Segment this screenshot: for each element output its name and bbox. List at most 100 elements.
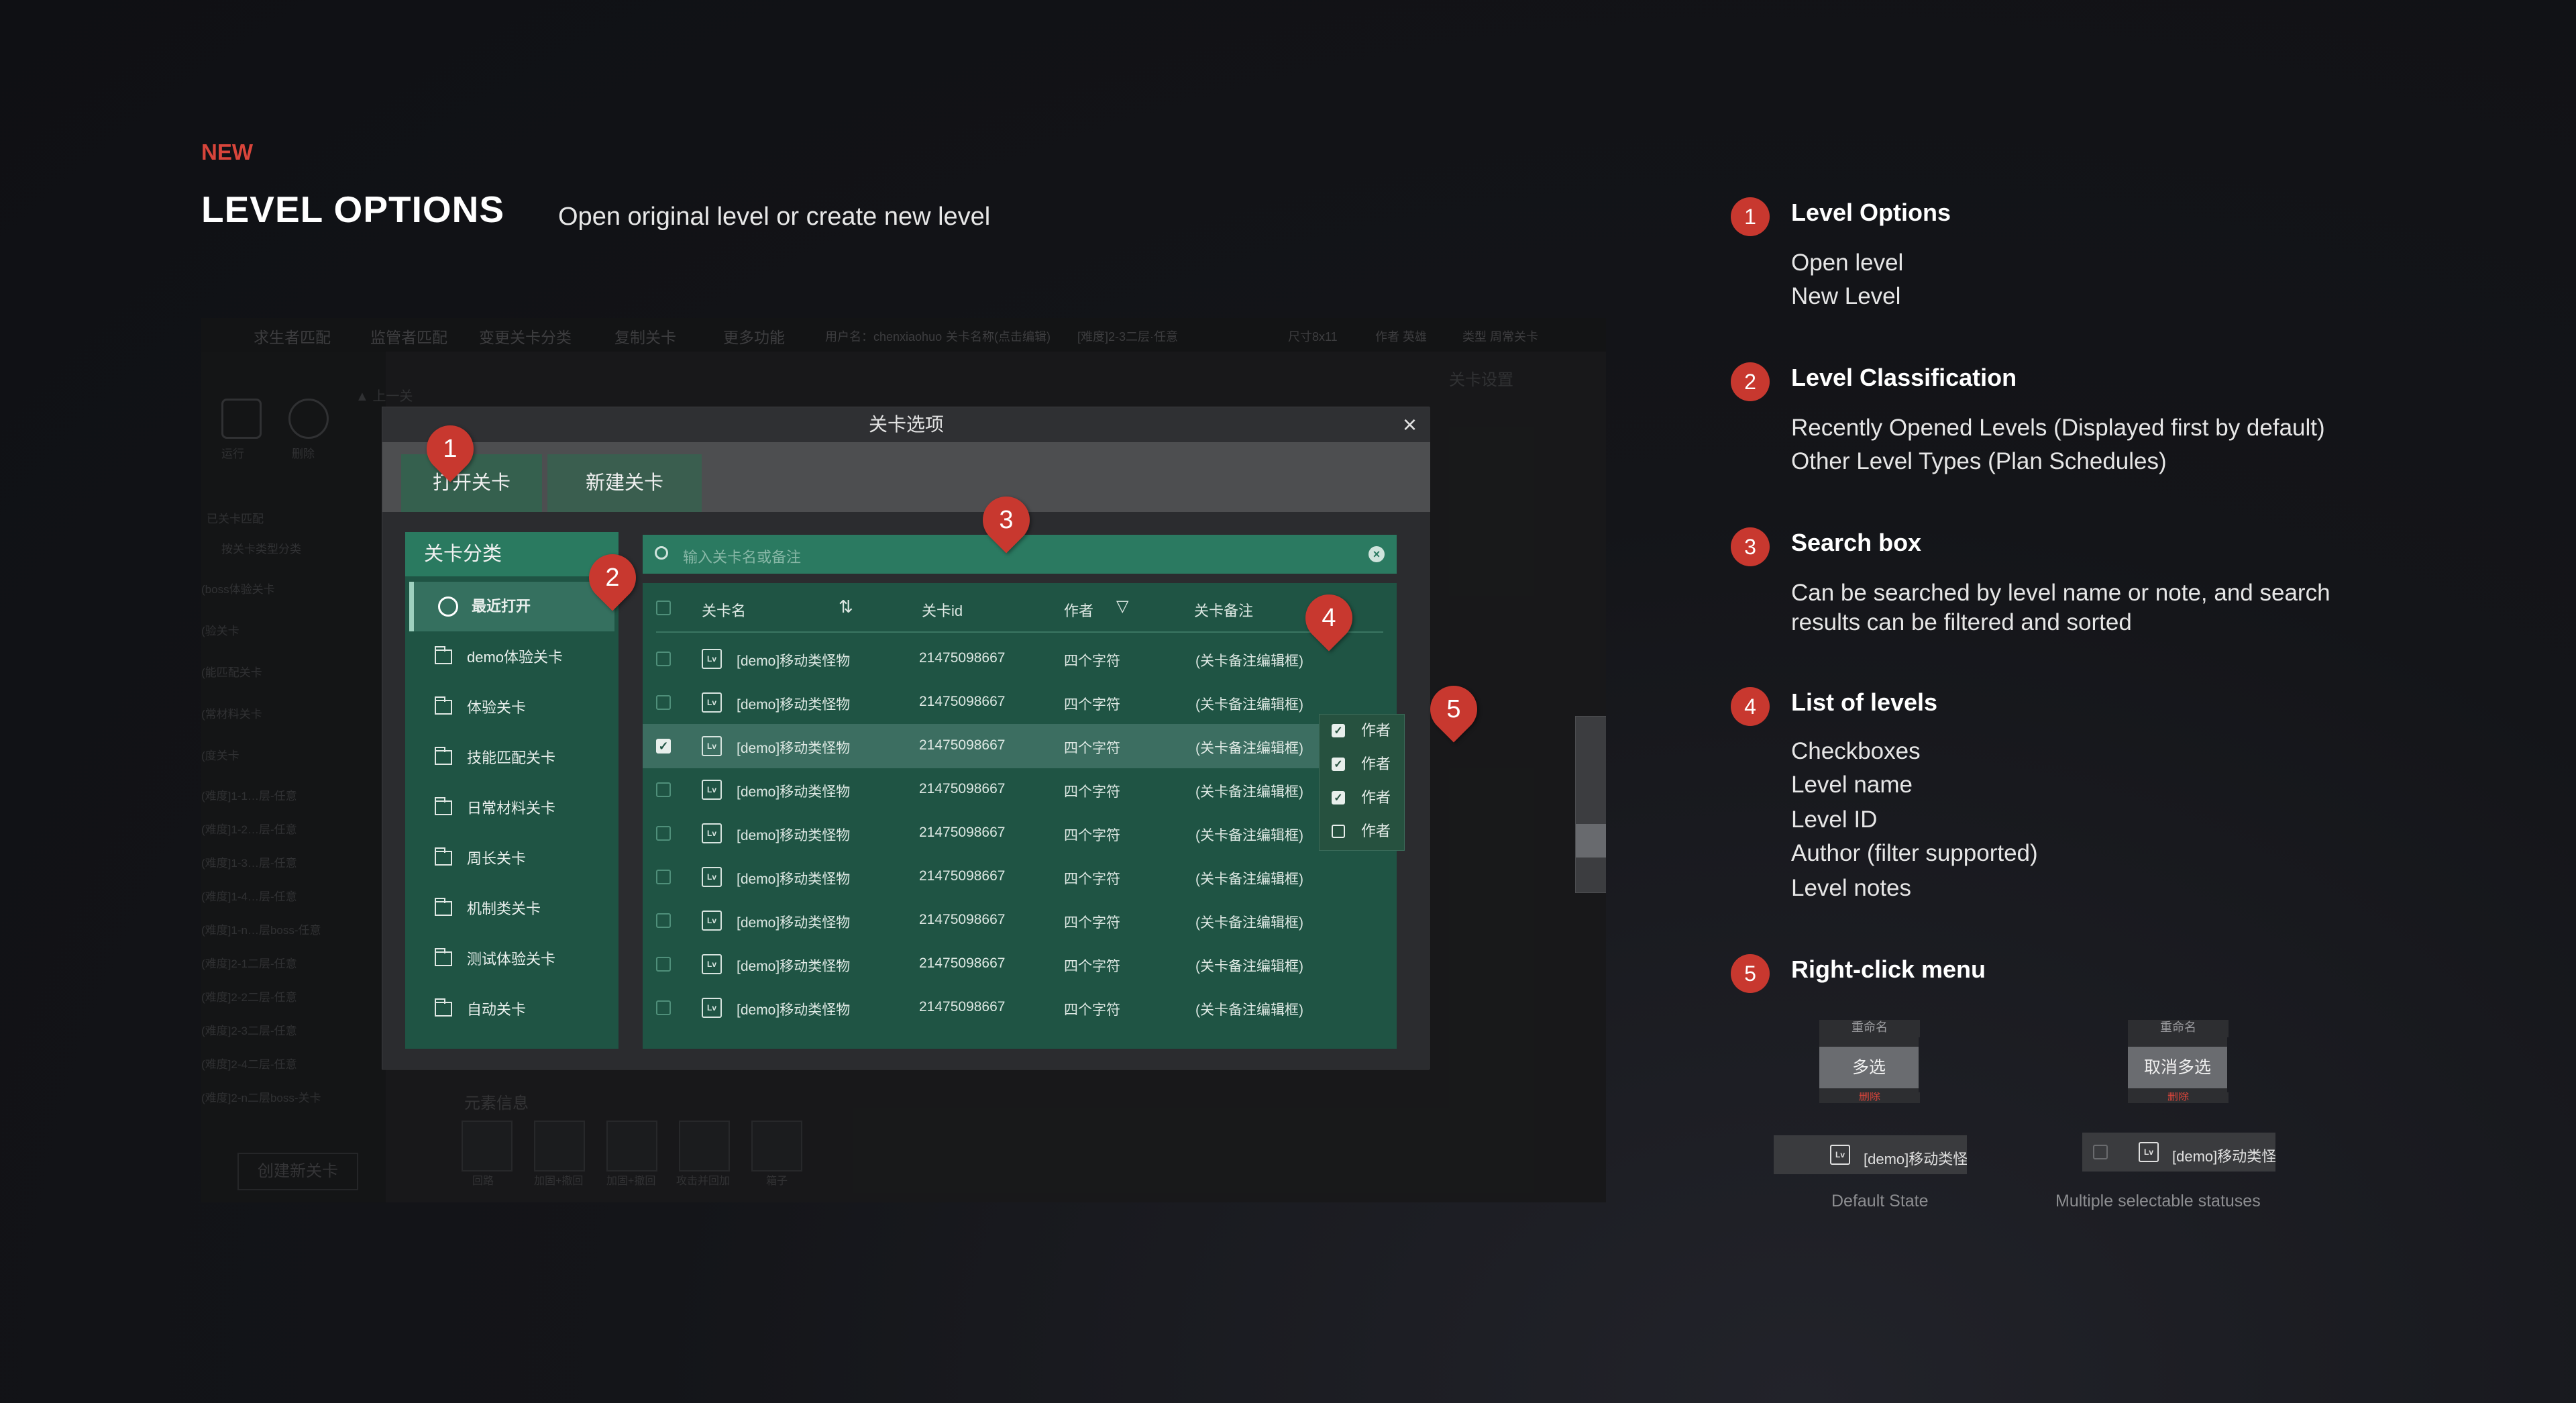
menu-item-delete[interactable]: 删除 [1576,858,1606,891]
legend-item: Open level [1791,250,1904,276]
table-row[interactable]: Lv [demo]移动类怪物 21475098667 四个字符 (关卡备注编辑框… [643,680,1397,725]
category-item[interactable]: 日常材料关卡 [409,784,614,833]
context-menu: 复制 剪切 重命名 多选 删除 [1575,716,1606,893]
row-checkbox[interactable]: ✓ [656,739,671,754]
category-item[interactable]: 周长关卡 [409,834,614,884]
level-note[interactable]: (关卡备注编辑框) [1195,781,1303,801]
legend-badge: 1 [1731,197,1770,236]
legend-item: Recently Opened Levels (Displayed first … [1791,415,2325,441]
table-row[interactable]: Lv [demo]移动类怪物 21475098667 四个字符 (关卡备注编辑框… [643,855,1397,899]
level-name: [demo]移动类怪物 [737,828,851,843]
filter-checkbox[interactable] [1332,825,1345,838]
select-all-checkbox[interactable] [656,601,671,615]
table-row[interactable]: Lv [demo]移动类怪物 21475098667 四个字符 (关卡备注编辑框… [643,986,1397,1030]
row-checkbox[interactable] [656,870,671,884]
filter-option-label: 作者 [1361,789,1391,806]
author-filter-option[interactable]: ✓ 作者 [1332,751,1391,778]
level-author: 四个字符 [1064,784,1120,800]
level-name: [demo]移动类怪物 [737,784,851,800]
category-recent[interactable]: 最近打开 [409,582,614,631]
author-filter-option[interactable]: ✓ 作者 [1332,717,1391,744]
level-note[interactable]: (关卡备注编辑框) [1195,999,1303,1019]
level-note[interactable]: (关卡备注编辑框) [1195,737,1303,758]
row-checkbox[interactable] [656,652,671,666]
author-filter-option[interactable]: ✓ 作者 [1332,784,1391,811]
level-name: [demo]移动类怪物 [737,959,851,974]
table-row[interactable]: Lv [demo]移动类怪物 21475098667 四个字符 (关卡备注编辑框… [643,942,1397,986]
menu-item-rename[interactable]: 重命名 [1576,789,1607,823]
level-note[interactable]: (关卡备注编辑框) [1195,955,1303,976]
level-author: 四个字符 [1064,915,1120,931]
menu-item-cut[interactable]: 剪切 [1576,754,1606,788]
level-note[interactable]: (关卡备注编辑框) [1195,825,1303,845]
search-placeholder: 输入关卡名或备注 [683,549,802,566]
list-header: 关卡名 ⇅ 关卡id 作者 ▽ 关卡备注 [643,583,1397,633]
table-row[interactable]: Lv [demo]移动类怪物 21475098667 四个字符 (关卡备注编辑框… [643,898,1397,943]
level-icon: Lv [702,954,722,974]
legend-title: Right-click menu [1791,955,1986,983]
category-item[interactable]: 测试体验关卡 [409,935,614,984]
table-row[interactable]: Lv [demo]移动类怪物 21475098667 四个字符 (关卡备注编辑框… [643,637,1397,681]
table-row-selected[interactable]: ✓ Lv [demo]移动类怪物 21475098667 四个字符 (关卡备注编辑… [643,724,1397,768]
column-header-note[interactable]: 关卡备注 [1194,599,1253,621]
level-id: 21475098667 [919,825,1006,840]
level-icon: Lv [702,823,722,843]
legend-item: Checkboxes [1791,738,1921,764]
legend-item: Can be searched by level name or note, a… [1791,580,2330,606]
filter-checkbox[interactable]: ✓ [1332,791,1345,804]
filter-checkbox[interactable]: ✓ [1332,724,1345,737]
folder-icon [435,797,452,815]
dialog-title: 关卡选项 [382,407,1430,442]
editor-screenshot: 求生者匹配 监管者匹配 变更关卡分类 复制关卡 更多功能 用户名：chenxia… [201,318,1606,1202]
menu-item-copy[interactable]: 复制 [1576,719,1606,753]
table-row[interactable]: Lv [demo]移动类怪物 21475098667 四个字符 (关卡备注编辑框… [643,811,1397,855]
row-checkbox[interactable] [656,695,671,710]
row-checkbox[interactable] [656,782,671,797]
row-checkbox[interactable] [656,957,671,972]
category-item[interactable]: demo体验关卡 [409,633,614,682]
level-id: 21475098667 [919,737,1006,753]
level-author: 四个字符 [1064,1002,1120,1018]
column-header-name[interactable]: 关卡名 [702,599,746,621]
menu-item-cancel-multiselect[interactable]: 取消多选 [2128,1047,2227,1088]
category-item[interactable]: 自动关卡 [409,985,614,1035]
tab-new-level[interactable]: 新建关卡 [547,454,702,512]
legend-badge: 4 [1731,687,1770,726]
row-checkbox[interactable] [656,913,671,928]
filter-option-label: 作者 [1361,756,1391,772]
level-note[interactable]: (关卡备注编辑框) [1195,694,1303,714]
legend-item: Other Level Types (Plan Schedules) [1791,448,2167,474]
level-id: 21475098667 [919,650,1006,666]
row-checkbox[interactable] [656,826,671,841]
column-header-author[interactable]: 作者 [1064,599,1093,621]
level-name: [demo]移动类怪 [1864,1151,1967,1167]
menu-item-rename: 重命名 [1819,1020,1920,1037]
legend-title: Level Options [1791,199,1951,226]
multi-state-caption: Multiple selectable statuses [2055,1192,2261,1210]
pin-number: 3 [999,506,1014,534]
category-item[interactable]: 技能匹配关卡 [409,733,614,783]
level-note[interactable]: (关卡备注编辑框) [1195,912,1303,932]
close-icon[interactable]: × [1403,411,1417,438]
category-label: 日常材料关卡 [467,800,556,817]
level-note[interactable]: (关卡备注编辑框) [1195,868,1303,888]
level-id: 21475098667 [919,694,1006,709]
author-filter-option[interactable]: 作者 [1332,818,1391,845]
filter-icon[interactable]: ▽ [1116,596,1128,616]
row-checkbox[interactable] [656,1000,671,1015]
row-checkbox[interactable] [2093,1145,2108,1159]
column-header-id[interactable]: 关卡id [922,599,963,621]
level-name: [demo]移动类怪物 [737,1002,851,1018]
sort-icon[interactable]: ⇅ [839,596,853,617]
level-note[interactable]: (关卡备注编辑框) [1195,650,1303,670]
category-item[interactable]: 机制类关卡 [409,884,614,934]
table-row[interactable]: Lv [demo]移动类怪物 21475098667 四个字符 (关卡备注编辑框… [643,768,1397,812]
author-filter-dropdown: ✓ 作者 ✓ 作者 ✓ 作者 作者 [1319,714,1405,851]
category-item[interactable]: 体验关卡 [409,683,614,733]
menu-item-multiselect[interactable]: 多选 [1576,824,1606,858]
clear-icon[interactable]: × [1368,546,1385,562]
legend-badge: 5 [1731,954,1770,993]
filter-checkbox[interactable]: ✓ [1332,758,1345,771]
menu-item-multiselect[interactable]: 多选 [1819,1047,1919,1088]
level-id: 21475098667 [919,912,1006,927]
